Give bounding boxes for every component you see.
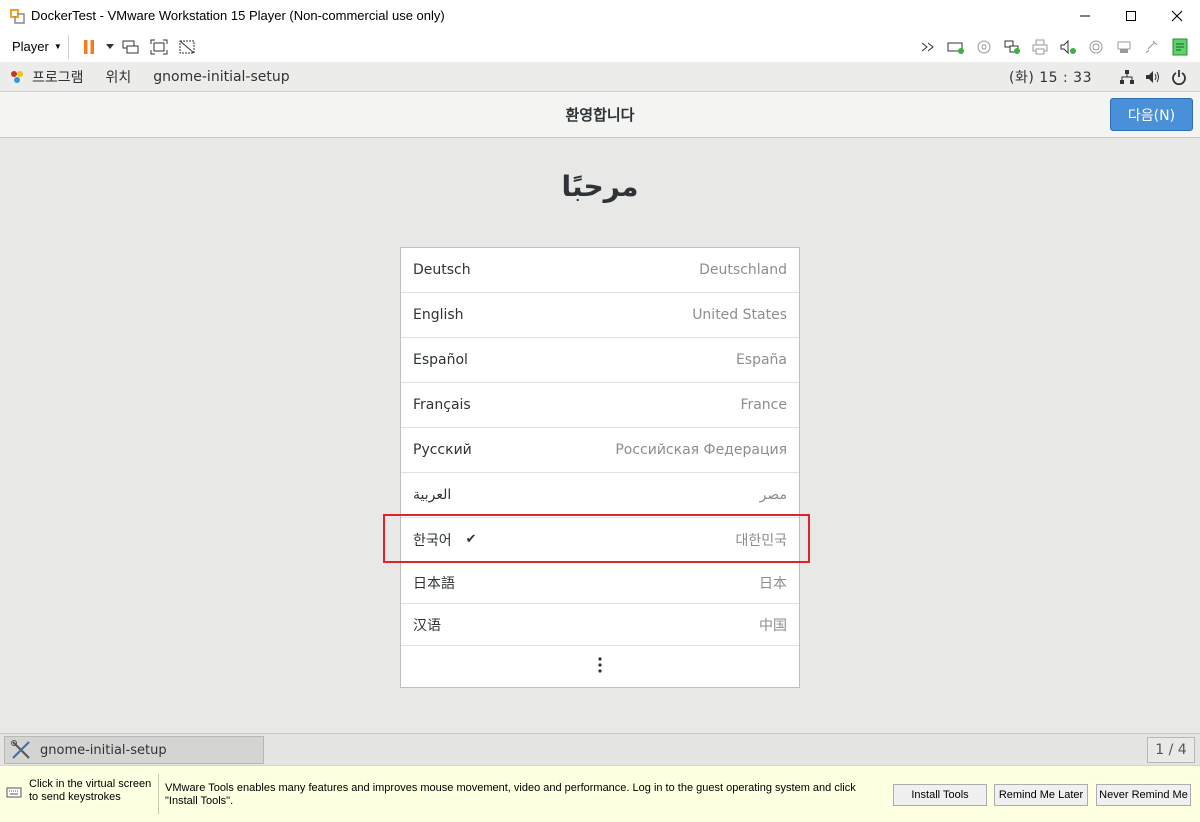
player-menu[interactable]: Player ▼ bbox=[12, 34, 69, 59]
message-log-icon[interactable] bbox=[1166, 35, 1194, 59]
language-list: Deutsch Deutschland English United State… bbox=[400, 247, 800, 688]
usb-icon[interactable] bbox=[1082, 35, 1110, 59]
fit-guest-icon[interactable] bbox=[145, 35, 173, 59]
language-region: Deutschland bbox=[699, 262, 787, 278]
language-row-english[interactable]: English United States bbox=[401, 293, 799, 338]
vmware-app-icon bbox=[9, 8, 25, 24]
language-name: العربية bbox=[413, 487, 452, 503]
network-wired-icon[interactable] bbox=[1114, 67, 1140, 87]
workspace-indicator[interactable]: 1 / 4 bbox=[1147, 737, 1195, 763]
power-icon[interactable] bbox=[1166, 67, 1192, 87]
hard-disk-icon[interactable] bbox=[942, 35, 970, 59]
active-app-name[interactable]: gnome-initial-setup bbox=[153, 69, 289, 85]
language-name: Русский bbox=[413, 442, 472, 458]
volume-icon[interactable] bbox=[1140, 67, 1166, 87]
language-row-japanese[interactable]: 日本語 日本 bbox=[401, 562, 799, 604]
more-languages-button[interactable] bbox=[401, 646, 799, 687]
window-title: DockerTest - VMware Workstation 15 Playe… bbox=[31, 8, 445, 23]
keystroke-hint: Click in the virtual screen to send keys… bbox=[6, 778, 156, 818]
minimize-button[interactable] bbox=[1062, 0, 1108, 31]
language-name: 日本語 bbox=[413, 575, 455, 592]
language-row-espanol[interactable]: Español España bbox=[401, 338, 799, 383]
printer-icon[interactable] bbox=[1026, 35, 1054, 59]
close-button[interactable] bbox=[1154, 0, 1200, 31]
language-region: 日本 bbox=[759, 575, 787, 592]
next-button[interactable]: 다음(N) bbox=[1110, 98, 1193, 131]
gnome-top-panel: 프로그램 위치 gnome-initial-setup (화) 15 : 33 bbox=[0, 62, 1200, 92]
device-icons bbox=[914, 35, 1194, 59]
places-menu[interactable]: 위치 bbox=[106, 67, 132, 87]
never-remind-button[interactable]: Never Remind Me bbox=[1096, 784, 1191, 806]
language-region: مصر bbox=[759, 487, 787, 503]
language-region: 中国 bbox=[759, 617, 787, 634]
usb-plug-icon[interactable] bbox=[1138, 35, 1166, 59]
programs-menu[interactable]: 프로그램 bbox=[32, 67, 84, 87]
language-name: English bbox=[413, 307, 464, 323]
language-row-arabic[interactable]: العربية مصر bbox=[401, 473, 799, 518]
language-region: España bbox=[735, 352, 787, 368]
usb-device-icon[interactable] bbox=[1110, 35, 1138, 59]
welcome-heading: مرحبًا bbox=[561, 170, 639, 203]
sound-icon[interactable] bbox=[1054, 35, 1082, 59]
clock[interactable]: (화) 15 : 33 bbox=[1009, 67, 1092, 87]
guest-screen[interactable]: 프로그램 위치 gnome-initial-setup (화) 15 : 33 … bbox=[0, 62, 1200, 765]
language-region: France bbox=[740, 397, 787, 413]
click-hint-text: Click in the virtual screen to send keys… bbox=[29, 778, 152, 803]
page-title: 환영합니다 bbox=[565, 106, 635, 124]
applications-icon bbox=[10, 70, 24, 84]
language-name: Español bbox=[413, 352, 468, 368]
vmware-toolbar: Player ▼ bbox=[0, 31, 1200, 62]
network-icon[interactable] bbox=[998, 35, 1026, 59]
window-titlebar: DockerTest - VMware Workstation 15 Playe… bbox=[0, 0, 1200, 31]
player-menu-label: Player bbox=[12, 39, 49, 54]
remind-later-button[interactable]: Remind Me Later bbox=[994, 784, 1088, 806]
language-name: 汉语 bbox=[413, 617, 441, 634]
cd-icon[interactable] bbox=[970, 35, 998, 59]
language-region: Российская Федерация bbox=[615, 442, 787, 458]
send-ctrl-alt-del-icon[interactable] bbox=[117, 35, 145, 59]
language-region: United States bbox=[692, 307, 787, 323]
language-row-russian[interactable]: Русский Российская Федерация bbox=[401, 428, 799, 473]
more-vertical-icon bbox=[598, 656, 602, 677]
vmware-hint-bar: Click in the virtual screen to send keys… bbox=[0, 765, 1200, 822]
taskbar-item-setup[interactable]: gnome-initial-setup bbox=[4, 736, 264, 764]
pause-icon[interactable] bbox=[75, 35, 103, 59]
install-tools-button[interactable]: Install Tools bbox=[893, 784, 987, 806]
chevron-down-icon: ▼ bbox=[53, 42, 62, 51]
taskbar-item-label: gnome-initial-setup bbox=[40, 742, 167, 758]
hint-divider bbox=[158, 774, 159, 814]
language-row-deutsch[interactable]: Deutsch Deutschland bbox=[401, 248, 799, 293]
setup-header-bar: 환영합니다 다음(N) bbox=[0, 92, 1200, 138]
tools-icon bbox=[10, 739, 32, 761]
unity-icon[interactable] bbox=[173, 35, 201, 59]
maximize-button[interactable] bbox=[1108, 0, 1154, 31]
tools-message: VMware Tools enables many features and i… bbox=[165, 782, 856, 807]
expand-icon[interactable] bbox=[914, 35, 942, 59]
chevron-down-icon[interactable] bbox=[103, 35, 117, 59]
language-name: Français bbox=[413, 397, 471, 413]
language-row-chinese[interactable]: 汉语 中国 bbox=[401, 604, 799, 646]
keyboard-icon bbox=[6, 784, 22, 800]
language-row-francais[interactable]: Français France bbox=[401, 383, 799, 428]
gnome-window-list: gnome-initial-setup 1 / 4 bbox=[0, 733, 1200, 765]
language-name: Deutsch bbox=[413, 262, 471, 278]
highlight-annotation-box bbox=[383, 514, 810, 563]
